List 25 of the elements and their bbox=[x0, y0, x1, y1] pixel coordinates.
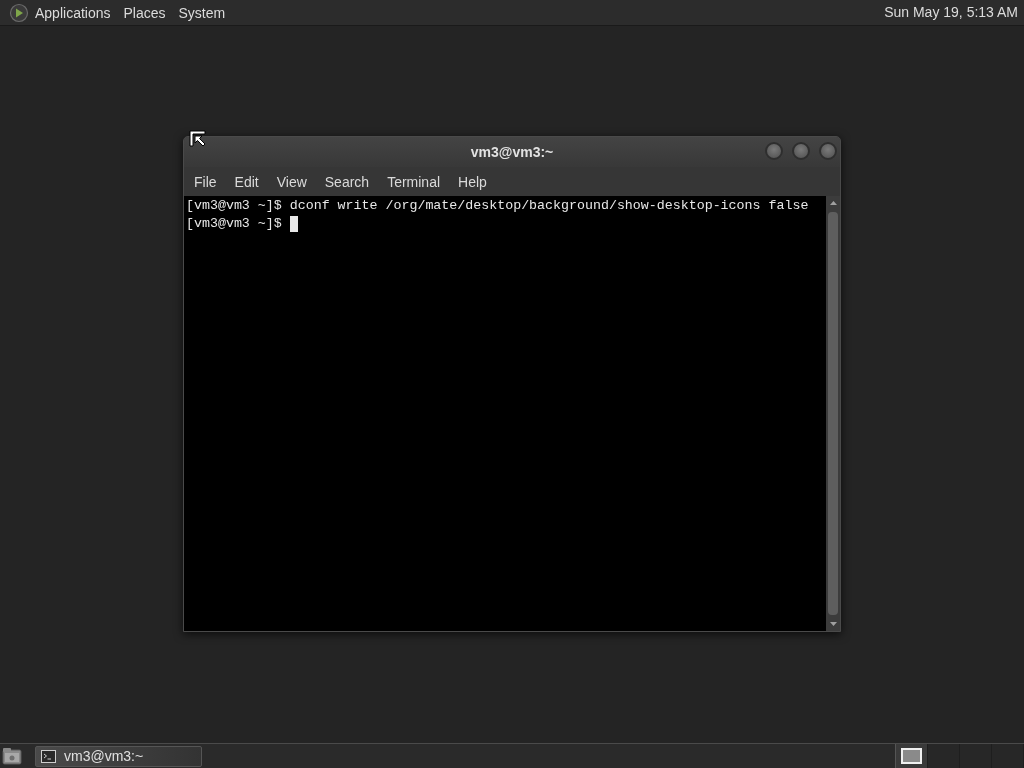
panel-menu[interactable]: Applications bbox=[31, 2, 115, 23]
terminal-icon bbox=[41, 749, 56, 763]
caret-down-icon bbox=[829, 622, 837, 626]
terminal-line: [vm3@vm3 ~]$ bbox=[186, 215, 282, 233]
maximize-button[interactable] bbox=[792, 142, 810, 160]
menu-item[interactable]: Edit bbox=[225, 171, 268, 192]
menu-logo-icon[interactable] bbox=[9, 2, 29, 23]
taskbar-button[interactable]: vm3@vm3:~ bbox=[35, 745, 202, 767]
window-title: vm3@vm3:~ bbox=[470, 142, 554, 162]
close-button[interactable] bbox=[819, 142, 837, 160]
workspace-button[interactable] bbox=[896, 743, 928, 768]
panel-menu[interactable]: Places bbox=[119, 2, 170, 23]
menu-item[interactable]: Help bbox=[449, 171, 496, 192]
menu-item[interactable]: Terminal bbox=[378, 171, 450, 192]
show-desktop-icon[interactable] bbox=[2, 747, 22, 765]
menu-item[interactable]: Search bbox=[315, 171, 379, 192]
terminal-line: [vm3@vm3 ~]$ dconf write /org/mate/desktop/background/show-desktop-icons false bbox=[186, 197, 809, 215]
panel-clock[interactable]: Sun May 19, 5:13 AM bbox=[882, 2, 1020, 23]
caret-up-icon bbox=[829, 201, 837, 205]
menu-item[interactable]: View bbox=[267, 171, 316, 192]
scrollbar-thumb[interactable] bbox=[828, 212, 838, 615]
panel-menu[interactable]: System bbox=[174, 2, 230, 23]
resize-cursor-icon bbox=[189, 130, 207, 148]
minimize-button[interactable] bbox=[765, 142, 783, 160]
menu-item[interactable]: File bbox=[185, 171, 226, 192]
